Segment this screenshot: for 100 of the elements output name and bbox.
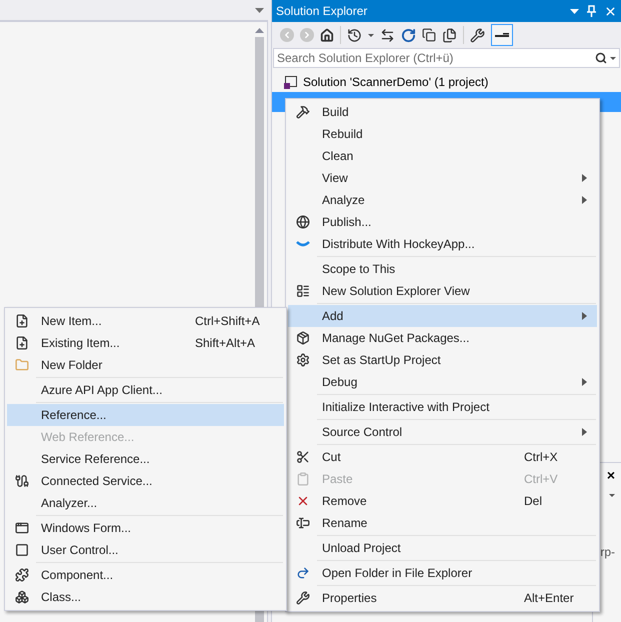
dropdown-icon[interactable] [570,8,579,14]
home-icon[interactable] [320,28,334,42]
menu-item-label: Source Control [321,424,404,441]
menu-item-label: User Control... [40,542,120,559]
menu-item[interactable]: New Item... Ctrl+Shift+A [7,310,284,332]
documents-icon[interactable] [442,28,457,42]
menu-item[interactable]: Existing Item... Shift+Alt+A [7,332,284,354]
menu-item[interactable]: Remove Del [288,490,597,512]
form-icon [15,521,29,535]
menu-item-label: Properties [321,590,378,607]
menu-item-label: Analyzer... [40,495,98,512]
curved-arrow-icon [296,566,310,580]
menu-item[interactable]: Rename [288,512,597,534]
close-icon[interactable] [604,4,617,18]
menu-item[interactable]: Analyzer... [7,492,284,514]
hammer-icon [296,105,310,119]
menu-item[interactable]: Initialize Interactive with Project [288,396,597,418]
square-icon [15,543,29,557]
menu-item-label: Clean [321,148,354,165]
preview-toggle[interactable] [491,24,513,46]
folder-icon [15,358,29,372]
menu-item[interactable]: View [288,167,597,189]
shortcut-text: Ctrl+X [524,449,558,466]
scroll-up-arrow-icon[interactable] [255,28,264,33]
menu-item[interactable]: Debug [288,371,597,393]
menu-item-label: Initialize Interactive with Project [321,399,490,416]
collapse-icon[interactable] [422,28,436,42]
puzzle-icon [15,568,29,582]
menu-item[interactable]: Reference... [7,404,284,426]
menu-item[interactable]: Connected Service... [7,470,284,492]
menu-item[interactable]: Unload Project [288,537,597,559]
arc-icon [296,241,310,247]
menu-item[interactable]: Component... [7,564,284,586]
menu-item-label: Distribute With HockeyApp... [321,236,476,253]
menu-item[interactable]: Scope to This [288,258,597,280]
tree-item-label: Solution 'ScannerDemo' (1 project) [303,74,488,91]
search-input[interactable]: Search Solution Explorer (Ctrl+ü) [277,49,595,67]
menu-item-label: Existing Item... [40,335,121,352]
wrench-icon[interactable] [470,28,485,42]
menu-item-label: New Folder [40,357,104,374]
menu-item[interactable]: Add [288,305,597,327]
menu-item-label: Remove [321,493,368,510]
menu-item-label: Scope to This [321,261,396,278]
shortcut-text: Ctrl+Shift+A [195,313,260,330]
menu-item[interactable]: New Folder [7,354,284,376]
preview-icon [495,33,509,37]
menu-item[interactable]: Publish... [288,211,597,233]
menu-item-label: New Solution Explorer View [321,283,471,300]
menu-item-label: Component... [40,567,114,584]
gear-icon [296,353,310,367]
menu-item-label: Build [321,104,350,121]
wrench-icon [296,591,310,605]
menu-item[interactable]: Analyze [288,189,597,211]
menu-item-label: Set as StartUp Project [321,352,442,369]
solution-icon [284,75,298,89]
dropdown-icon[interactable] [255,8,264,12]
menu-item-label: Connected Service... [40,473,154,490]
menu-item[interactable]: Set as StartUp Project [288,349,597,371]
dropdown-icon[interactable] [609,494,615,497]
menu-item[interactable]: Windows Form... [7,517,284,539]
panel-title: Solution Explorer [276,3,368,20]
close-button[interactable]: × [606,465,615,486]
search-field[interactable]: Search Solution Explorer (Ctrl+ü) [273,48,620,68]
globe-icon [296,215,310,229]
dropdown-icon[interactable] [610,56,616,60]
menu-item[interactable]: Properties Alt+Enter [288,587,597,609]
menu-item[interactable]: Azure API App Client... [7,379,284,401]
menu-item-label: Windows Form... [40,520,132,537]
sync-arrows-icon[interactable] [380,28,395,42]
dropdown-icon[interactable] [368,34,374,36]
menu-item[interactable]: Service Reference... [7,448,284,470]
tree-item[interactable]: Solution 'ScannerDemo' (1 project) [272,72,621,92]
menu-item-label: Add [321,308,344,325]
menu-item[interactable]: Class... [7,586,284,608]
plug-icon [15,474,29,488]
menu-item[interactable]: Build [288,101,597,123]
menu-item[interactable]: User Control... [7,539,284,561]
menu-item[interactable]: Distribute With HockeyApp... [288,233,597,255]
menu-item-label: Reference... [40,407,108,424]
menu-item[interactable]: Source Control [288,421,597,443]
menu-item-label: Cut [321,449,342,466]
pin-icon[interactable] [587,5,596,17]
file-plus-icon [15,336,29,350]
menu-item-label: Service Reference... [40,451,151,468]
history-icon[interactable] [347,28,362,42]
package-icon [296,331,310,345]
menu-item[interactable]: Open Folder in File Explorer [288,562,597,584]
menu-item-label: Rebuild [321,126,364,143]
menu-item[interactable]: New Solution Explorer View [288,280,597,302]
shortcut-text: Alt+Enter [524,590,574,607]
menu-item[interactable]: Clean [288,145,597,167]
refresh-icon[interactable] [401,28,416,42]
shortcut-text: Del [524,493,542,510]
shortcut-text: Ctrl+V [524,471,558,488]
menu-item[interactable]: Cut Ctrl+X [288,446,597,468]
window-icon [296,284,310,298]
search-icon[interactable] [595,52,607,64]
menu-item-label: Azure API App Client... [40,382,164,399]
menu-item[interactable]: Rebuild [288,123,597,145]
menu-item[interactable]: Manage NuGet Packages... [288,327,597,349]
